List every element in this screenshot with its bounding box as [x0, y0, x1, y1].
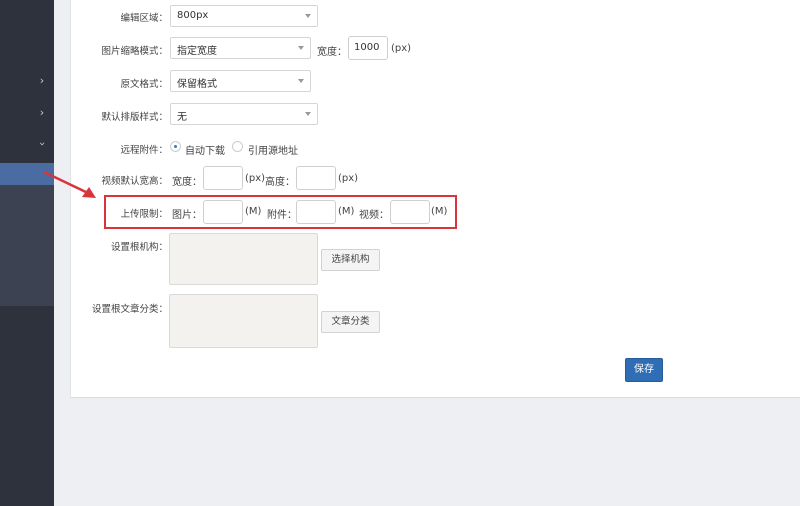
upload-video-input[interactable]: [390, 200, 430, 224]
layout-style-value: 无: [177, 112, 187, 123]
upload-attach-input[interactable]: [296, 200, 336, 224]
thumb-mode-value: 指定宽度: [177, 46, 217, 57]
radio-auto-download-label: 自动下载: [185, 146, 225, 157]
root-category-box[interactable]: [169, 294, 318, 348]
radio-source-address[interactable]: [232, 141, 243, 152]
video-size-label: 视频默认宽高：: [101, 176, 168, 187]
article-category-button[interactable]: 文章分类: [321, 311, 380, 333]
annotation-arrow-icon: [43, 170, 96, 198]
radio-source-address-label: 引用源地址: [248, 146, 298, 157]
sidebar: › › ›: [0, 0, 54, 506]
layout-style-select[interactable]: 无: [170, 103, 318, 125]
upload-attach-label: 附件：: [267, 210, 297, 221]
upload-image-input[interactable]: [203, 200, 243, 224]
root-org-label: 设置根机构：: [110, 242, 168, 253]
video-width-label: 宽度：: [172, 177, 202, 188]
video-height-label: 高度：: [265, 177, 295, 188]
thumb-width-unit: (px): [391, 43, 412, 54]
upload-image-label: 图片：: [172, 210, 202, 221]
video-height-input[interactable]: [296, 166, 336, 190]
root-org-box[interactable]: [169, 233, 318, 285]
root-category-label: 设置根文章分类：: [91, 304, 168, 315]
video-height-unit: (px): [338, 173, 359, 184]
upload-attach-unit: (M): [338, 206, 355, 217]
layout-style-label: 默认排版样式：: [101, 112, 168, 123]
dropdown-arrow-icon: [305, 14, 311, 18]
remote-attachment-label: 远程附件：: [120, 145, 168, 156]
dropdown-arrow-icon: [298, 79, 304, 83]
thumb-mode-select[interactable]: 指定宽度: [170, 37, 311, 59]
format-select[interactable]: 保留格式: [170, 70, 311, 92]
chevron-right-icon[interactable]: ›: [36, 75, 48, 87]
upload-limit-label: 上传限制：: [120, 209, 168, 220]
dropdown-arrow-icon: [305, 112, 311, 116]
video-width-unit: (px): [245, 173, 266, 184]
thumb-width-label: 宽度：: [317, 47, 347, 58]
save-button[interactable]: 保存: [625, 358, 663, 382]
edit-area-select[interactable]: 800px: [170, 5, 318, 27]
edit-area-label: 编辑区域：: [120, 13, 168, 24]
video-width-input[interactable]: [203, 166, 243, 190]
upload-video-unit: (M): [431, 206, 448, 217]
thumb-width-input[interactable]: 1000: [348, 36, 388, 60]
chevron-right-icon[interactable]: ›: [36, 107, 48, 119]
format-value: 保留格式: [177, 79, 217, 90]
dropdown-arrow-icon: [298, 46, 304, 50]
thumb-mode-label: 图片缩略模式：: [101, 46, 168, 57]
upload-image-unit: (M): [245, 206, 262, 217]
select-org-button[interactable]: 选择机构: [321, 249, 380, 271]
chevron-down-icon[interactable]: ›: [36, 138, 49, 150]
radio-auto-download[interactable]: [170, 141, 181, 152]
format-label: 原文格式：: [120, 79, 168, 90]
edit-area-value: 800px: [177, 10, 209, 21]
upload-video-label: 视频：: [359, 210, 389, 221]
